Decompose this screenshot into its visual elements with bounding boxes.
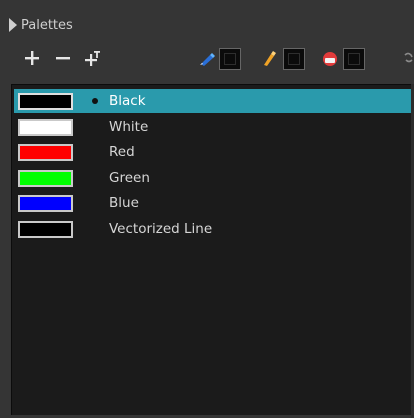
color-row-vectorized-line[interactable]: Vectorized Line <box>14 217 414 241</box>
fill-color-swatch[interactable] <box>283 48 305 70</box>
paint-bucket-icon[interactable] <box>322 51 338 67</box>
remove-color-button[interactable] <box>55 50 71 66</box>
color-swatch <box>18 195 73 212</box>
paint-color-swatch[interactable] <box>343 48 365 70</box>
line-color-swatch[interactable] <box>219 48 241 70</box>
color-swatch <box>18 221 73 238</box>
color-name: White <box>109 119 149 135</box>
color-row-white[interactable]: White <box>14 115 414 139</box>
add-color-button[interactable] <box>24 50 40 66</box>
color-swatch <box>18 119 73 136</box>
color-row-red[interactable]: Red <box>14 140 414 164</box>
color-name: Black <box>109 93 146 109</box>
color-list[interactable]: Black White Red Green Blue Vectorized Li… <box>11 84 414 415</box>
color-row-blue[interactable]: Blue <box>14 191 414 215</box>
expand-arrow-icon[interactable] <box>7 17 19 33</box>
color-row-black[interactable]: Black <box>14 89 414 113</box>
color-name: Green <box>109 170 150 186</box>
palettes-panel: Palettes Black White Red Green Blue Vect… <box>0 0 414 418</box>
palette-toolbar <box>18 42 414 78</box>
color-swatch <box>18 93 73 110</box>
add-texture-button[interactable] <box>85 50 101 68</box>
pen-icon[interactable] <box>199 52 215 66</box>
brush-icon[interactable] <box>262 51 276 67</box>
color-swatch <box>18 144 73 161</box>
color-name: Vectorized Line <box>109 221 213 237</box>
panel-header[interactable]: Palettes <box>7 12 73 38</box>
link-icon[interactable] <box>403 52 414 66</box>
color-name: Blue <box>109 195 139 211</box>
color-name: Red <box>109 144 135 160</box>
panel-title: Palettes <box>21 17 73 33</box>
color-row-green[interactable]: Green <box>14 166 414 190</box>
current-color-bullet <box>92 98 98 104</box>
color-swatch <box>18 170 73 187</box>
